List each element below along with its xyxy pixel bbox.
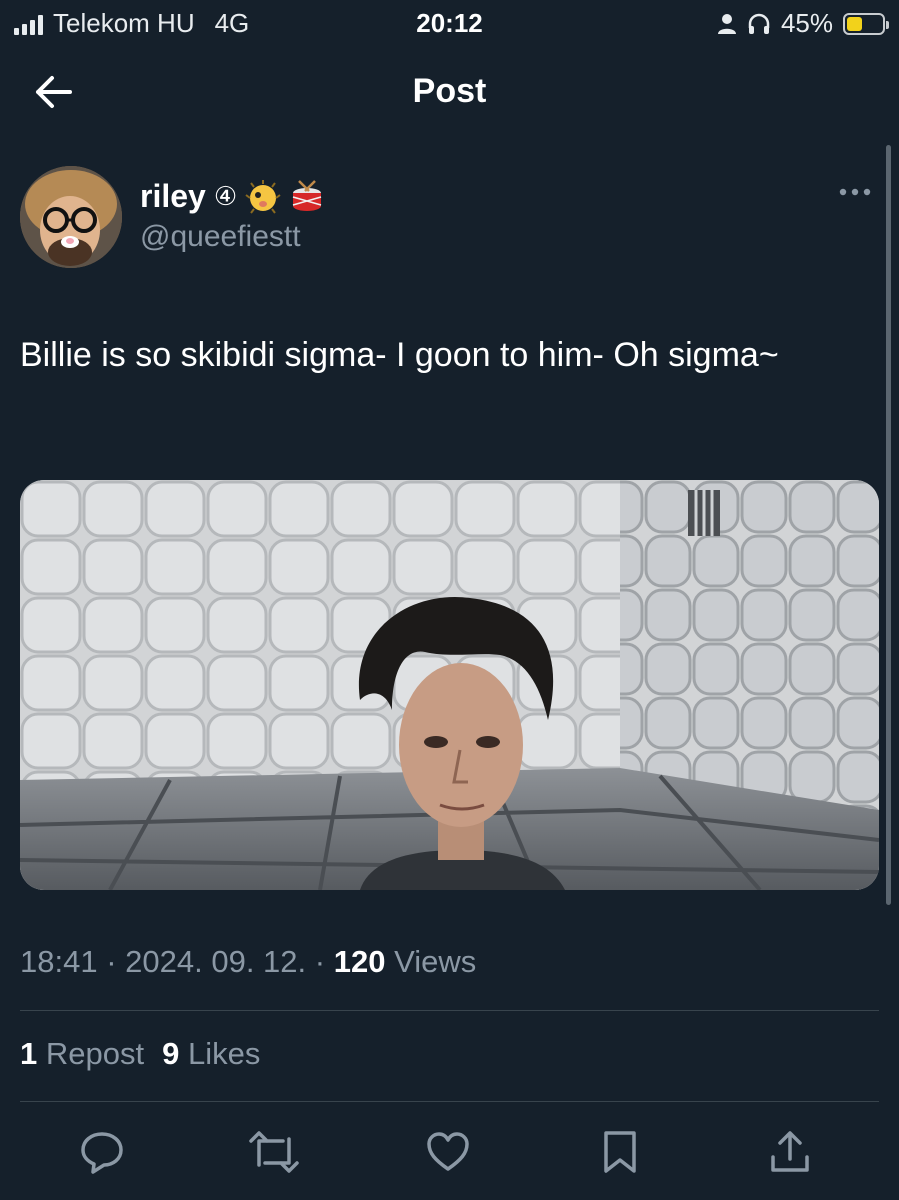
repost-button[interactable] xyxy=(244,1122,304,1182)
likes-count: 9 xyxy=(162,1036,180,1071)
headphones-icon xyxy=(748,13,770,34)
likes-stat[interactable]: 9 Likes xyxy=(162,1036,260,1072)
likes-label: Likes xyxy=(187,1036,261,1071)
scrollbar[interactable] xyxy=(886,145,891,905)
avatar-image xyxy=(20,166,122,268)
bookmark-button[interactable] xyxy=(590,1122,650,1182)
reposts-label: Repost xyxy=(45,1036,145,1071)
meta-separator: · xyxy=(106,944,117,979)
reposts-stat[interactable]: 1 Repost xyxy=(20,1036,144,1072)
status-right: 45% xyxy=(717,8,889,39)
post-page: Telekom HU 4G 20:12 45% Post riley ④ @qu… xyxy=(0,0,899,1200)
nav-bar: Post xyxy=(0,48,899,138)
bookmark-icon xyxy=(604,1131,636,1173)
padded-room-photo xyxy=(20,480,879,890)
battery-icon xyxy=(843,12,889,35)
status-bar: Telekom HU 4G 20:12 45% xyxy=(0,0,899,48)
circled-number: ④ xyxy=(213,181,238,211)
post-meta: 18:41 · 2024. 09. 12. · 120 Views xyxy=(20,944,476,980)
post-author: riley ④ @queefiestt xyxy=(20,166,879,276)
divider xyxy=(20,1010,879,1011)
battery-level xyxy=(847,16,862,31)
views-count: 120 xyxy=(333,944,386,979)
drum-emoji-icon xyxy=(292,179,322,211)
handle[interactable]: @queefiestt xyxy=(140,220,301,254)
person-icon xyxy=(717,13,736,34)
post-text: Billie is so skibidi sigma- I goon to hi… xyxy=(20,336,779,374)
action-bar xyxy=(0,1122,899,1182)
reposts-count: 1 xyxy=(20,1036,38,1071)
repost-icon xyxy=(249,1131,299,1173)
share-icon xyxy=(771,1131,809,1172)
share-button[interactable] xyxy=(760,1122,820,1182)
page-title: Post xyxy=(412,72,487,110)
post-date: 2024. 09. 12. xyxy=(125,944,307,979)
more-button[interactable] xyxy=(835,180,875,204)
reply-icon xyxy=(81,1132,123,1174)
battery-percent: 45% xyxy=(780,8,833,38)
avatar[interactable] xyxy=(20,166,122,268)
divider xyxy=(20,1101,879,1102)
reply-button[interactable] xyxy=(72,1122,132,1182)
like-icon xyxy=(427,1132,469,1171)
blowfish-emoji-icon xyxy=(245,179,281,214)
post-media[interactable] xyxy=(20,480,879,890)
post-time: 18:41 xyxy=(20,944,98,979)
like-button[interactable] xyxy=(418,1122,478,1182)
more-dots-icon xyxy=(839,188,871,196)
post-stats: 1 Repost 9 Likes xyxy=(20,1036,260,1072)
views-label: Views xyxy=(394,944,477,979)
meta-separator: · xyxy=(314,944,326,979)
display-name-row[interactable]: riley ④ xyxy=(140,178,325,215)
display-name[interactable]: riley xyxy=(140,178,206,215)
